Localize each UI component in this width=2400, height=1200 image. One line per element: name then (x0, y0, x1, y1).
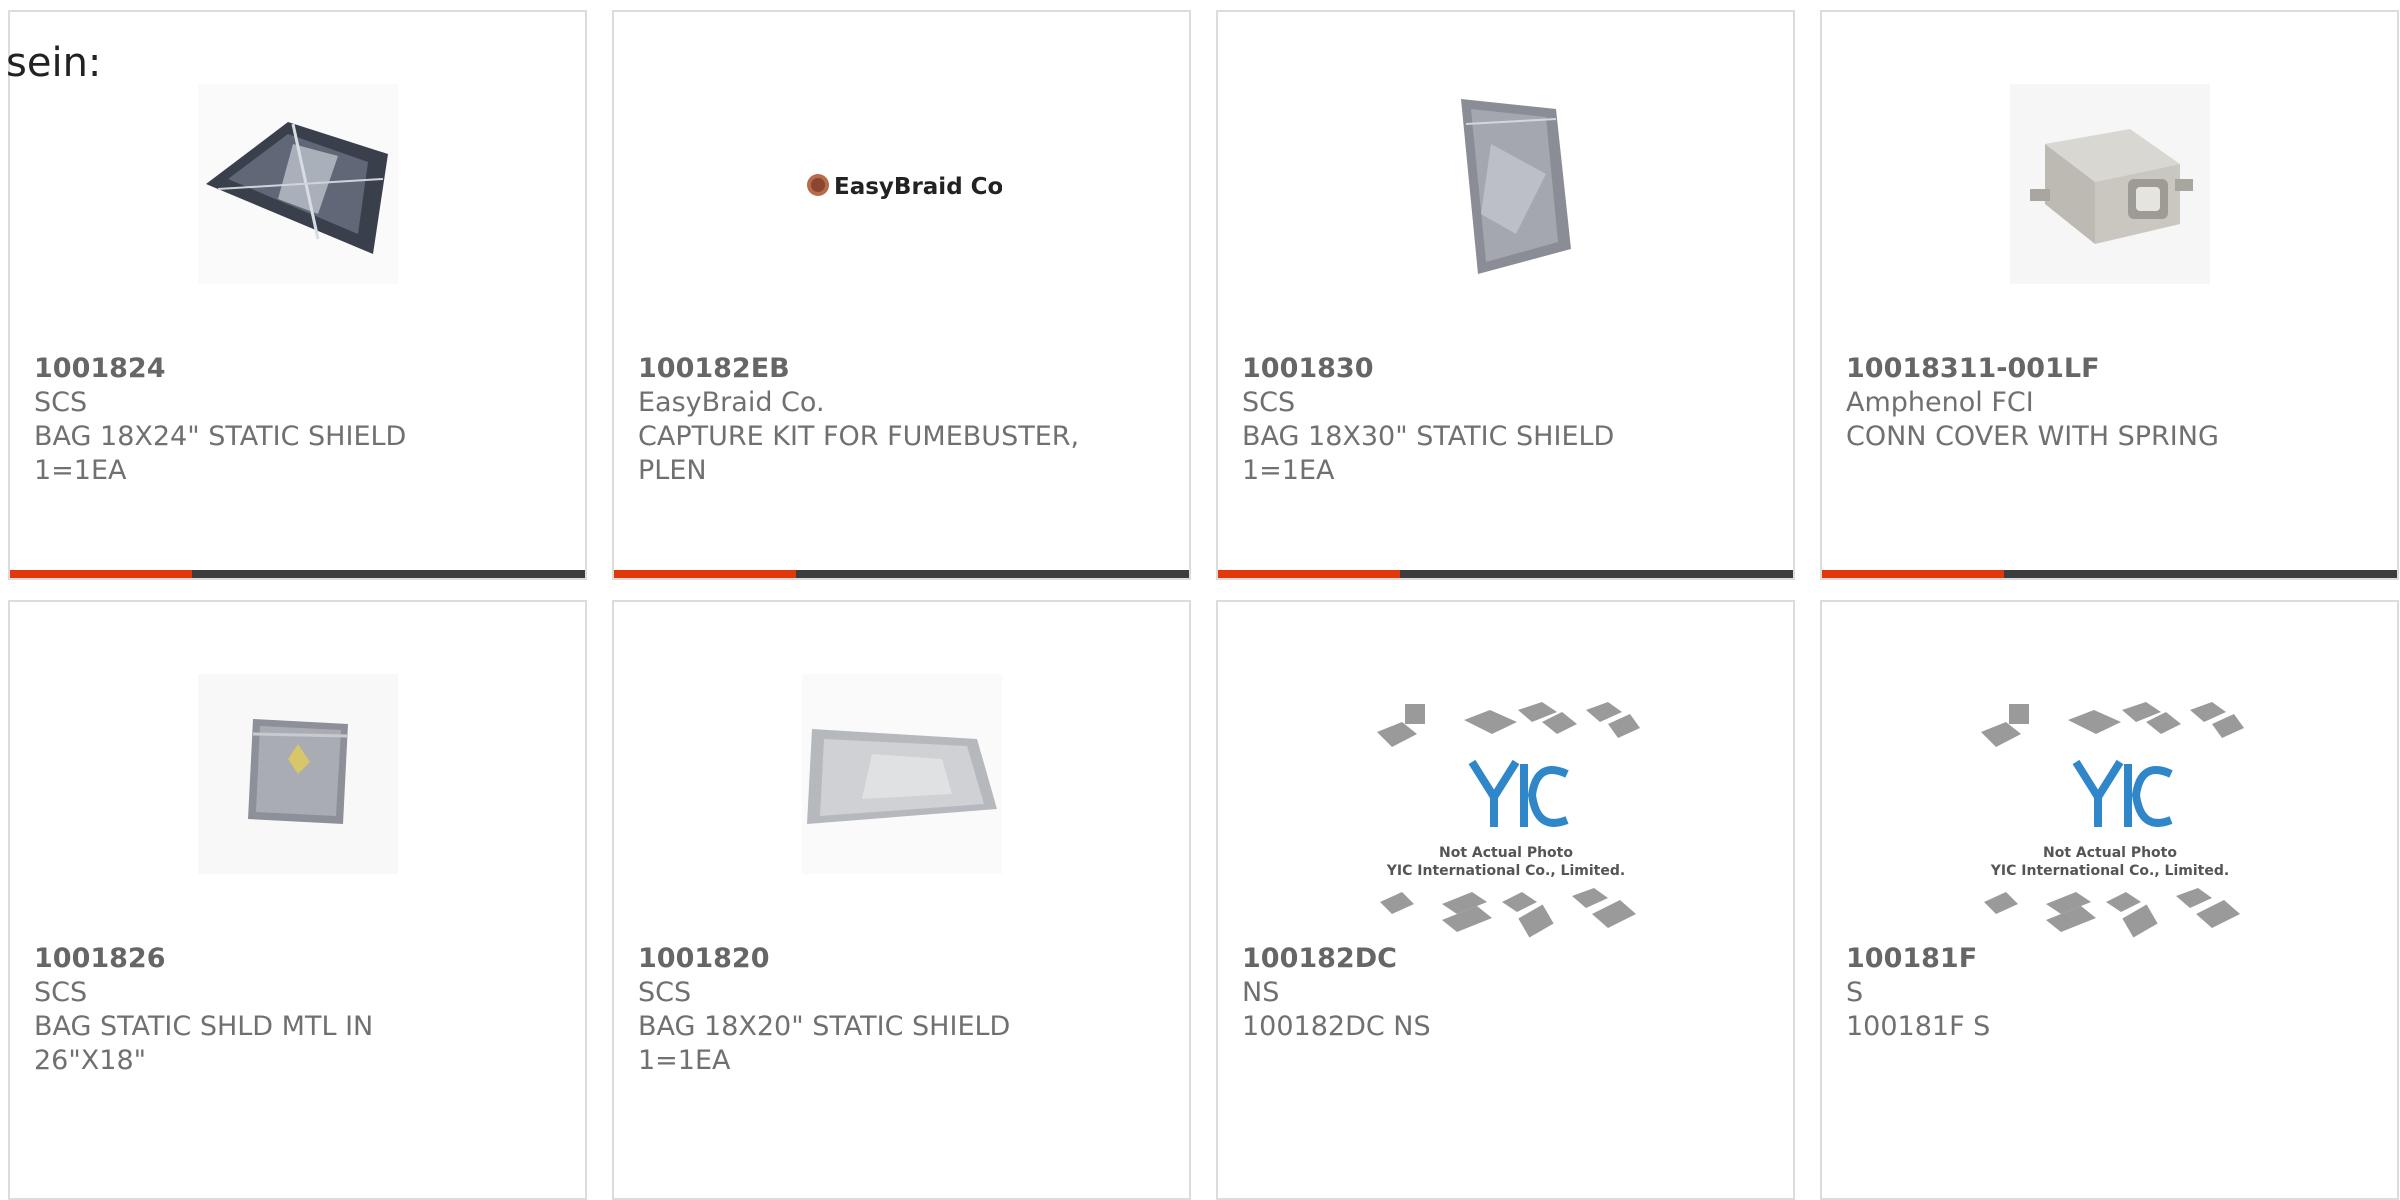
easybraid-logo: EasyBraid Co. (806, 174, 1002, 200)
product-image[interactable] (801, 674, 1002, 874)
not-actual-photo-text: Not Actual Photo (1439, 845, 1573, 861)
product-image[interactable] (2009, 84, 2210, 284)
part-number[interactable]: 1001830 (1242, 352, 1769, 386)
description: CONN COVER WITH SPRING (1846, 421, 2219, 452)
card-accent-bar (1822, 570, 2397, 578)
product-image[interactable] (1406, 84, 1606, 284)
yic-placeholder-image: Not Actual Photo YIC International Co., … (1980, 702, 2244, 938)
manufacturer: Amphenol FCI (1846, 387, 2034, 418)
part-number[interactable]: 10018311-001LF (1846, 352, 2373, 386)
logo-text: EasyBraid Co. (834, 174, 1002, 200)
manufacturer: SCS (1242, 387, 1296, 418)
manufacturer: SCS (638, 977, 692, 1008)
yic-company-text: YIC International Co., Limited. (1989, 863, 2228, 879)
product-card[interactable]: Not Actual Photo YIC International Co., … (1216, 600, 1795, 1200)
product-image[interactable]: Not Actual Photo YIC International Co., … (1372, 692, 1640, 942)
description: BAG 18X24" STATIC SHIELD 1=1EA (34, 421, 407, 486)
card-accent-bar (614, 570, 1189, 578)
manufacturer: NS (1242, 977, 1280, 1008)
static-bag-clear-icon (801, 674, 1002, 874)
product-card[interactable]: 1001820 SCS BAG 18X20" STATIC SHIELD 1=1… (612, 600, 1191, 1200)
part-number[interactable]: 1001820 (638, 942, 1165, 976)
description: BAG STATIC SHLD MTL IN 26"X18" (34, 1011, 374, 1076)
product-card[interactable]: EasyBraid Co. 100182EB EasyBraid Co. CAP… (612, 10, 1191, 580)
yic-placeholder-image: Not Actual Photo YIC International Co., … (1376, 702, 1640, 938)
manufacturer: EasyBraid Co. (638, 387, 825, 418)
yic-company-text: YIC International Co., Limited. (1385, 863, 1624, 879)
description: CAPTURE KIT FOR FUMEBUSTER, PLEN (638, 421, 1080, 486)
part-number[interactable]: 100182DC (1242, 942, 1769, 976)
part-number[interactable]: 100182EB (638, 352, 1165, 386)
product-card[interactable]: 1001824 SCS BAG 18X24" STATIC SHIELD 1=1… (8, 10, 587, 580)
manufacturer: SCS (34, 387, 88, 418)
manufacturer: S (1846, 977, 1864, 1008)
product-image[interactable] (197, 674, 398, 874)
product-grid: 1001824 SCS BAG 18X24" STATIC SHIELD 1=1… (8, 10, 2399, 1200)
static-bag-tall-icon (1460, 99, 1571, 274)
manufacturer: SCS (34, 977, 88, 1008)
card-accent-bar (1218, 570, 1793, 578)
page-text-fragment: sein: (6, 40, 102, 86)
static-bag-flat-icon (197, 84, 398, 284)
not-actual-photo-text: Not Actual Photo (2043, 845, 2177, 861)
part-number[interactable]: 1001826 (34, 942, 561, 976)
product-card[interactable]: 10018311-001LF Amphenol FCI CONN COVER W… (1820, 10, 2399, 580)
description: BAG 18X20" STATIC SHIELD 1=1EA (638, 1011, 1011, 1076)
product-image[interactable]: Not Actual Photo YIC International Co., … (1976, 692, 2244, 942)
static-bag-small-icon (197, 674, 398, 874)
product-image[interactable]: EasyBraid Co. (802, 84, 1002, 284)
connector-cover-icon (2009, 84, 2210, 284)
product-card[interactable]: 1001826 SCS BAG STATIC SHLD MTL IN 26"X1… (8, 600, 587, 1200)
part-number[interactable]: 1001824 (34, 352, 561, 386)
description: 100182DC NS (1242, 1011, 1431, 1042)
description: BAG 18X30" STATIC SHIELD 1=1EA (1242, 421, 1615, 486)
product-card[interactable]: Not Actual Photo YIC International Co., … (1820, 600, 2399, 1200)
part-number[interactable]: 100181F (1846, 942, 2373, 976)
product-image[interactable] (197, 84, 398, 284)
card-accent-bar (10, 570, 585, 578)
description: 100181F S (1846, 1011, 1991, 1042)
product-card[interactable]: 1001830 SCS BAG 18X30" STATIC SHIELD 1=1… (1216, 10, 1795, 580)
